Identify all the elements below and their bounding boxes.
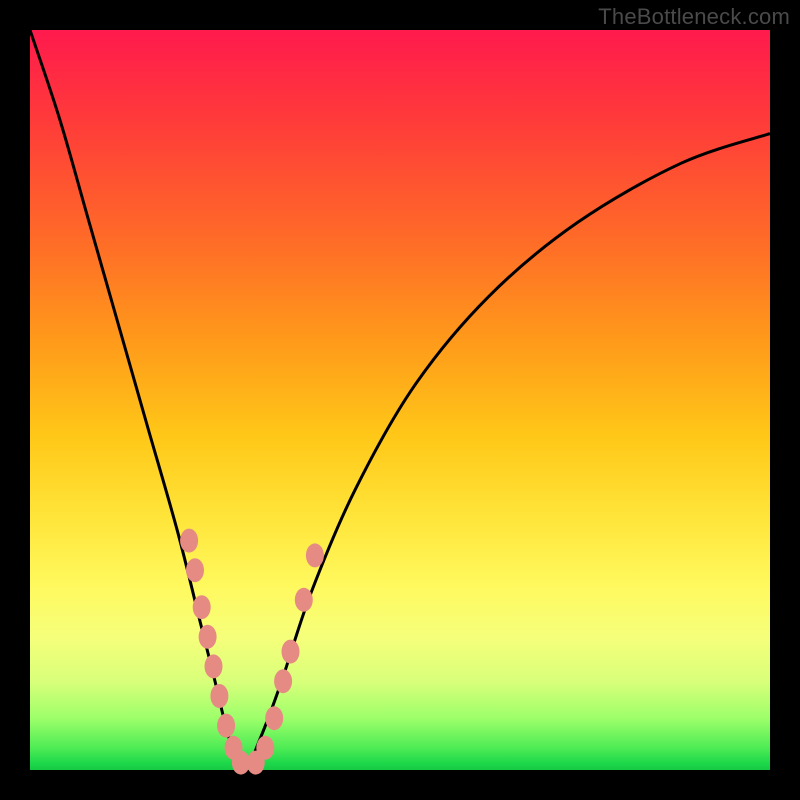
data-marker [274, 669, 292, 693]
data-marker [282, 640, 300, 664]
data-marker [265, 706, 283, 730]
data-marker [306, 543, 324, 567]
plot-area [30, 30, 770, 770]
chart-svg [30, 30, 770, 770]
data-marker [295, 588, 313, 612]
chart-frame: TheBottleneck.com [0, 0, 800, 800]
data-marker [186, 558, 204, 582]
data-marker [210, 684, 228, 708]
curve-group [30, 30, 770, 770]
data-marker [193, 595, 211, 619]
marker-group [180, 529, 324, 775]
bottleneck-curve [30, 30, 770, 770]
data-marker [256, 736, 274, 760]
watermark-text: TheBottleneck.com [598, 4, 790, 30]
data-marker [180, 529, 198, 553]
data-marker [199, 625, 217, 649]
data-marker [217, 714, 235, 738]
data-marker [205, 654, 223, 678]
